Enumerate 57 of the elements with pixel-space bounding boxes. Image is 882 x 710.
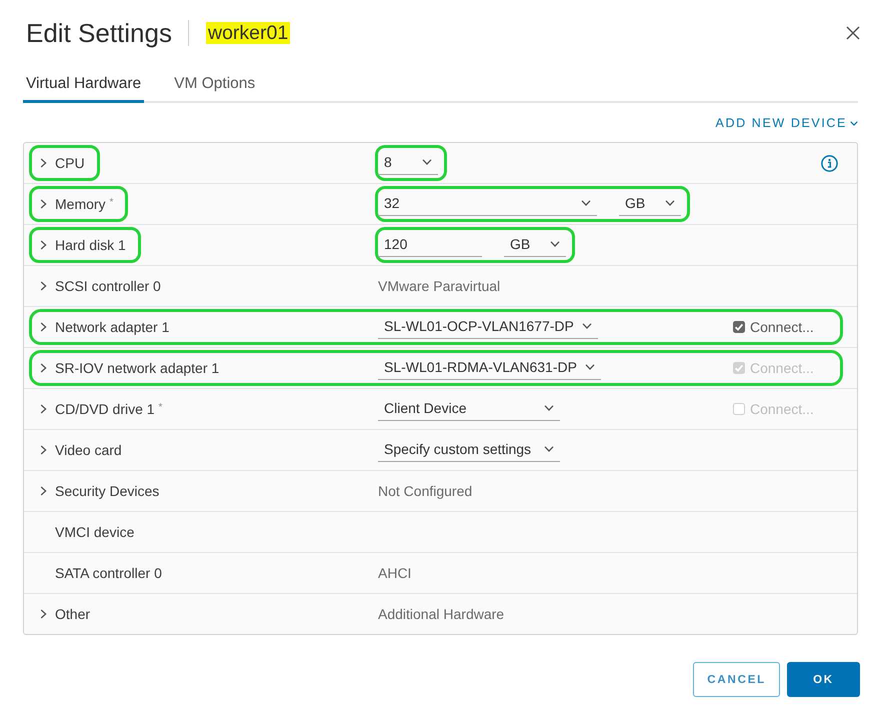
add-device-button[interactable]: ADD NEW DEVICE [716, 115, 858, 131]
size-field[interactable]: 120 [378, 233, 482, 257]
device-label: CD/DVD drive 1 $^{*}$ [55, 400, 162, 418]
device-label: Network adapter 1 [55, 318, 170, 336]
connect-label: Connect... [750, 400, 814, 418]
device-value: Additional Hardware [378, 605, 504, 623]
device-label: SR-IOV network adapter 1 [55, 359, 220, 377]
vm-name: worker01 [206, 22, 290, 44]
chevron-right-icon[interactable] [40, 240, 47, 250]
chevron-down-icon [544, 446, 554, 452]
dropdown[interactable]: Client Device [378, 397, 560, 421]
chevron-right-icon[interactable] [40, 281, 47, 291]
device-label: Security Devices [55, 482, 160, 500]
unit-dropdown[interactable]: GB [504, 233, 566, 257]
chevron-down-icon [550, 241, 560, 247]
size-field[interactable]: 32 [378, 192, 597, 216]
chevron-right-icon[interactable] [40, 404, 47, 414]
chevron-down-icon [581, 200, 591, 206]
device-label: SATA controller 0 [55, 564, 162, 582]
close-icon[interactable] [846, 26, 860, 40]
info-icon[interactable] [821, 154, 838, 172]
cancel-button[interactable]: CANCEL [693, 662, 780, 697]
device-value: VMware Paravirtual [378, 277, 500, 295]
chevron-down-icon [544, 405, 554, 411]
unit-dropdown[interactable]: GB [619, 192, 681, 216]
dropdown[interactable]: SL-WL01-RDMA-VLAN631-DP [378, 356, 601, 380]
chevron-right-icon[interactable] [40, 322, 47, 332]
chevron-right-icon[interactable] [40, 363, 47, 373]
chevron-down-icon [584, 364, 595, 370]
tab[interactable]: VM Options [171, 69, 258, 103]
tab[interactable]: Virtual Hardware [23, 69, 144, 103]
checkbox[interactable] [733, 321, 745, 333]
chevron-right-icon[interactable] [40, 199, 47, 209]
chevron-right-icon[interactable] [40, 609, 47, 619]
device-label: Memory $^{*}$ [55, 195, 114, 213]
device-value: AHCI [378, 564, 412, 582]
chevron-down-icon [665, 200, 675, 206]
chevron-down-icon [582, 323, 592, 329]
device-label: Other [55, 605, 90, 623]
chevron-down-icon [422, 159, 432, 165]
device-label: SCSI controller 0 [55, 277, 161, 295]
connect-label: Connect... [750, 318, 814, 336]
device-label: VMCI device [55, 523, 134, 541]
chevron-right-icon[interactable] [40, 486, 47, 496]
dialog-title: Edit Settings [25, 17, 172, 50]
dropdown[interactable]: Specify custom settings [378, 438, 560, 462]
device-value: Not Configured [378, 482, 472, 500]
device-label: CPU [55, 154, 85, 172]
dropdown[interactable]: SL-WL01-OCP-VLAN1677-DP [378, 315, 598, 339]
dropdown[interactable]: 8 [378, 151, 438, 175]
device-label: Video card [55, 441, 122, 459]
device-label: Hard disk 1 [55, 236, 126, 254]
chevron-down-icon [850, 120, 858, 126]
chevron-right-icon[interactable] [40, 158, 47, 168]
ok-button[interactable]: OK [787, 662, 860, 697]
chevron-right-icon[interactable] [40, 445, 47, 455]
connect-label: Connect... [750, 359, 814, 377]
